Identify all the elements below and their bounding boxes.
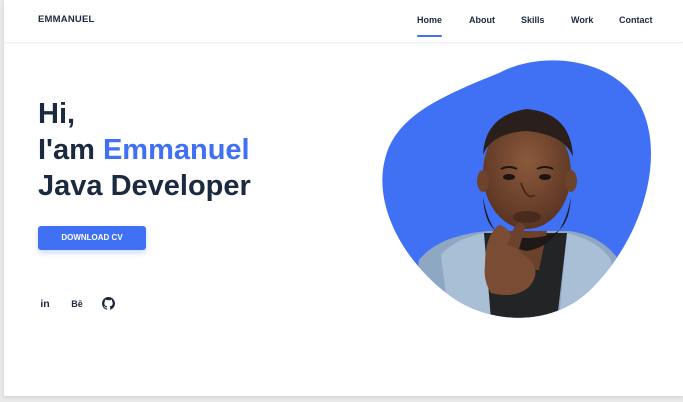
download-cv-button[interactable]: DOWNLOAD CV	[38, 226, 146, 250]
nav-contact[interactable]: Contact	[619, 15, 653, 25]
linkedin-icon[interactable]: in	[38, 297, 52, 311]
nav-work[interactable]: Work	[571, 15, 593, 25]
hero-name: Emmanuel	[102, 134, 250, 166]
main-nav: Home About Skills Work Contact	[4, 15, 683, 41]
hero-role: Java Developer	[38, 170, 251, 202]
hero-greeting: Hi,	[38, 98, 76, 130]
nav-home[interactable]: Home	[417, 15, 443, 37]
nav-about[interactable]: About	[469, 15, 495, 25]
behance-icon[interactable]: Bē	[70, 297, 84, 311]
hero-intro-line: I'am Emmanuel	[38, 132, 251, 168]
hero-title: Hi, I'am Emmanuel Java Developer	[38, 96, 251, 204]
nav-skills[interactable]: Skills	[521, 15, 545, 25]
profile-portrait	[382, 60, 651, 318]
hero-intro: I'am	[38, 134, 95, 166]
page: EMMANUEL Home About Skills Work Contact …	[4, 0, 683, 396]
site-header: EMMANUEL Home About Skills Work Contact	[4, 0, 683, 43]
github-icon[interactable]	[101, 297, 115, 311]
